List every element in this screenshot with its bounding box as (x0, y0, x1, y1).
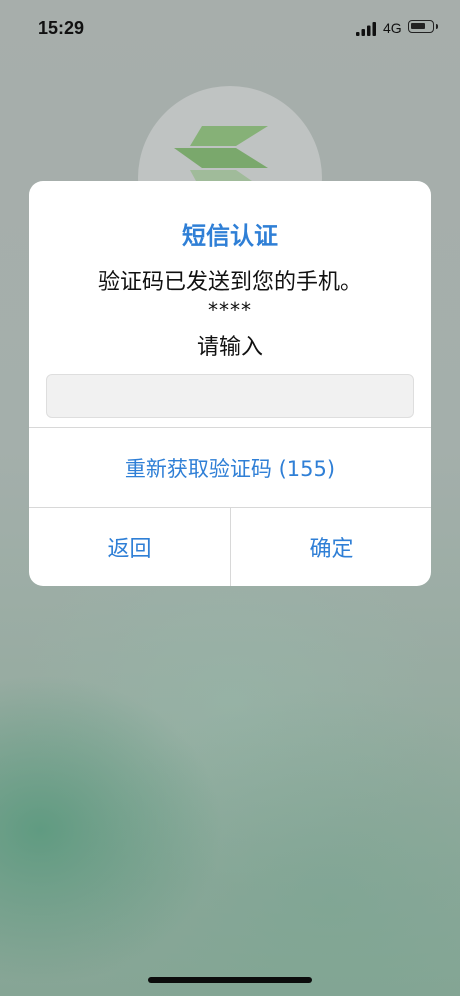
masked-phone-number: **** (208, 298, 252, 322)
sms-verification-dialog: 短信认证 验证码已发送到您的手机。 **** 请输入 重新获取验证码 (155)… (29, 181, 431, 586)
dialog-title: 短信认证 (182, 222, 278, 250)
battery-icon (408, 20, 438, 33)
home-indicator[interactable] (148, 977, 312, 983)
signal-bars-icon (356, 22, 376, 36)
dialog-message: 验证码已发送到您的手机。 (97, 270, 362, 295)
status-time: 15:29 (38, 18, 85, 38)
dialog-prompt: 请输入 (196, 335, 263, 360)
confirm-button[interactable]: 确定 (231, 508, 431, 586)
resend-code-button[interactable]: 重新获取验证码 (155) (29, 428, 431, 507)
status-bar: 15:29 4G (0, 0, 460, 58)
verification-code-input[interactable] (46, 374, 414, 418)
network-type-label: 4G (383, 20, 402, 36)
back-button[interactable]: 返回 (29, 508, 230, 586)
